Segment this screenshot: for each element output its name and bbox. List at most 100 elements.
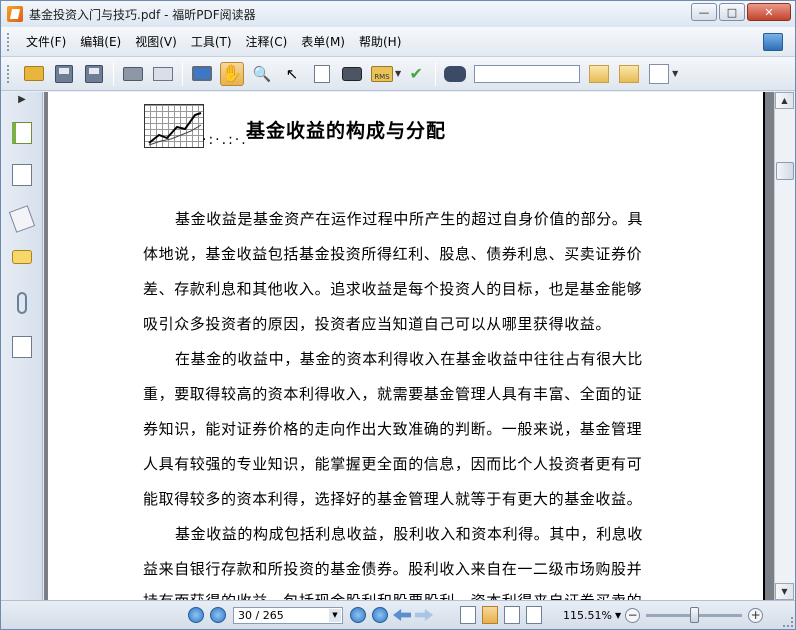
bookmarks-icon[interactable]: [12, 122, 32, 144]
zoom-slider-thumb[interactable]: [690, 606, 700, 623]
page-dropdown-icon[interactable]: ▼: [329, 608, 341, 622]
save-button[interactable]: [52, 62, 76, 86]
sign-button[interactable]: ✔: [404, 62, 428, 86]
text-line: 在基金的收益中，基金的资本利得收入在基金收益中往往占有很大比: [175, 350, 644, 368]
text-line: 基金收益的构成包括利息收益，股利收入和资本利得。其中，利息收: [175, 525, 644, 543]
menu-tools[interactable]: 工具(T): [184, 33, 239, 50]
zoom-dropdown-icon[interactable]: ▼: [615, 611, 621, 620]
vertical-scrollbar[interactable]: ▲ ▼: [774, 92, 795, 600]
window-title: 基金投资入门与技巧.pdf - 福昕PDF阅读器: [29, 7, 256, 22]
back-icon[interactable]: [393, 609, 411, 621]
hand-tool-button[interactable]: ✋: [220, 61, 244, 86]
find-button[interactable]: [443, 62, 467, 86]
title-bar: 基金投资入门与技巧.pdf - 福昕PDF阅读器 — □ ✕: [1, 1, 795, 27]
signatures-icon[interactable]: [12, 336, 32, 358]
app-logo-icon: [7, 6, 23, 22]
minimize-button[interactable]: —: [691, 3, 717, 21]
first-page-icon[interactable]: [188, 607, 204, 623]
page-heading: 基金收益的构成与分配: [246, 120, 447, 142]
fullscreen-button[interactable]: [190, 62, 214, 86]
text-line: 益来自银行存款和所投资的基金债券。股利收入来自在一二级市场购股并: [143, 560, 643, 578]
forward-icon[interactable]: [415, 609, 433, 621]
page-number-value: 30 / 265: [238, 608, 284, 622]
menu-file[interactable]: 文件(F): [19, 33, 73, 50]
navigation-panel: ▶: [1, 92, 43, 600]
menu-edit[interactable]: 编辑(E): [73, 33, 128, 50]
menu-view[interactable]: 视图(V): [128, 33, 184, 50]
search-input[interactable]: [474, 64, 581, 83]
zoom-out-icon[interactable]: −: [625, 607, 641, 623]
scroll-down-icon[interactable]: ▼: [775, 583, 794, 600]
chart-illustration: [144, 104, 204, 148]
text-line: 差、存款利息和其他收入。追求收益是每个投资人的目标，也是基金能够: [143, 280, 643, 298]
rms-button[interactable]: RMS: [370, 62, 394, 86]
toolbar-separator: [435, 61, 437, 86]
status-bar: 30 / 265 ▼ 115.51% ▼ − +: [1, 600, 795, 629]
previous-page-icon[interactable]: [210, 607, 226, 623]
save-icon: [55, 64, 73, 83]
toolbar-grip[interactable]: [7, 64, 11, 83]
last-page-icon[interactable]: [372, 607, 388, 623]
highlight-icon: [649, 63, 670, 84]
next-page-icon[interactable]: [350, 607, 366, 623]
decorative-dots: ·:·.:·.: [202, 132, 248, 148]
text-line: 重，要取得较高的资本利得收入，就需要基金管理人具有丰富、全面的证: [143, 385, 643, 403]
fullscreen-icon: [192, 66, 212, 81]
save-as-icon: [85, 64, 103, 83]
window-controls: — □ ✕: [691, 3, 791, 21]
app-window: 基金投资入门与技巧.pdf - 福昕PDF阅读器 — □ ✕ 文件(F) 编辑(…: [0, 0, 796, 630]
snapshot-icon: [342, 66, 362, 81]
zoom-in-icon[interactable]: +: [748, 607, 764, 623]
select-tool-button[interactable]: ↖: [280, 62, 304, 86]
zoom-tool-icon: 🔍: [252, 64, 272, 83]
continuous-view-icon[interactable]: [482, 606, 498, 624]
save-as-button[interactable]: [82, 62, 106, 86]
comments-icon[interactable]: [12, 250, 32, 264]
highlight-button[interactable]: [647, 62, 671, 86]
close-button[interactable]: ✕: [747, 3, 791, 21]
scroll-thumb[interactable]: [776, 162, 794, 180]
find-icon: [444, 65, 467, 82]
scan-button[interactable]: [151, 62, 175, 86]
facing-view-icon[interactable]: [504, 606, 520, 624]
single-page-view-icon[interactable]: [460, 606, 476, 624]
skin-icon[interactable]: [763, 33, 783, 51]
pdf-page: ·:·.:·. 基金收益的构成与分配 基金收益是基金资产在运作过程中所产生的超过…: [48, 92, 765, 600]
print-icon: [123, 66, 143, 81]
maximize-button[interactable]: □: [719, 3, 745, 21]
scan-icon: [153, 66, 173, 81]
open-button[interactable]: [22, 62, 46, 86]
scroll-up-icon[interactable]: ▲: [775, 92, 794, 109]
pages-icon[interactable]: [12, 164, 32, 186]
text-select-button[interactable]: [310, 62, 334, 86]
text-line: 体地说，基金收益包括基金投资所得红利、股息、债券利息、买卖证券价: [143, 245, 643, 263]
snapshot-button[interactable]: [340, 62, 364, 86]
toolbar-separator: [182, 61, 183, 86]
print-button[interactable]: [121, 62, 145, 86]
rms-dropdown-icon[interactable]: ▼: [395, 69, 401, 78]
menu-form[interactable]: 表单(M): [294, 33, 352, 50]
text-line: 基金收益是基金资产在运作过程中所产生的超过自身价值的部分。具: [175, 210, 644, 228]
resize-grip-icon[interactable]: [783, 617, 793, 627]
find-next-button[interactable]: [617, 62, 641, 86]
menu-grip[interactable]: [7, 32, 11, 51]
layers-icon[interactable]: [8, 205, 36, 233]
zoom-tool-button[interactable]: 🔍: [250, 62, 274, 86]
zoom-level[interactable]: 115.51%: [563, 609, 612, 622]
panel-toggle-icon[interactable]: ▶: [5, 94, 39, 110]
find-next-icon: [619, 64, 640, 83]
zoom-slider[interactable]: [646, 606, 743, 623]
text-line: 券知识，能对证券价格的走向作出大致准确的判断。一般来说，基金管理: [143, 420, 643, 438]
find-previous-button[interactable]: [587, 62, 611, 86]
hand-tool-icon: ✋: [221, 63, 243, 84]
menu-help[interactable]: 帮助(H): [352, 33, 408, 50]
attachments-icon[interactable]: [17, 292, 27, 314]
page-number-input[interactable]: 30 / 265 ▼: [233, 606, 343, 624]
continuous-facing-view-icon[interactable]: [526, 606, 542, 624]
find-previous-icon: [589, 64, 610, 83]
text-line: 吸引众多投资者的原因，投资者应当知道自己可以从哪里获得收益。: [143, 315, 612, 333]
menu-comment[interactable]: 注释(C): [239, 33, 295, 50]
highlight-dropdown-icon[interactable]: ▼: [672, 69, 678, 78]
document-viewport[interactable]: ·:·.:·. 基金收益的构成与分配 基金收益是基金资产在运作过程中所产生的超过…: [44, 92, 774, 600]
text-line: 持有而获得的收益，包括现金股利和股票股利。资本利得来自证券买卖的: [143, 590, 688, 600]
